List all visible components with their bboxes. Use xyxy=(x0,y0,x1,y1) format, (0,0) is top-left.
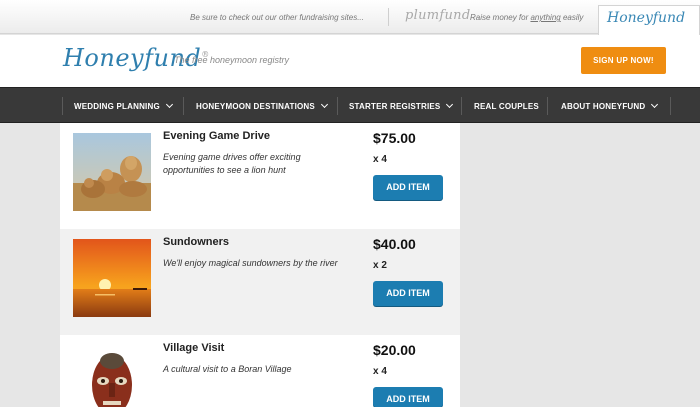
nav-divider xyxy=(670,97,671,115)
promo-divider xyxy=(388,8,389,26)
sunset-photo xyxy=(73,239,151,317)
nav-item-about-honeyfund[interactable]: ABOUT HONEYFUND xyxy=(561,88,659,124)
honeyfund-tab-logo: Honeyfund xyxy=(607,10,686,26)
registry-item-list: Evening Game Drive Evening game drives o… xyxy=(60,123,460,407)
fundraising-sites-bar: Be sure to check out our other fundraisi… xyxy=(0,0,700,35)
raise-suffix: easily xyxy=(560,13,584,22)
nav-label: STARTER REGISTRIES xyxy=(349,101,441,111)
nav-item-starter-registries[interactable]: STARTER REGISTRIES xyxy=(349,88,454,124)
item-quantity: x 4 xyxy=(373,154,387,165)
nav-item-wedding-planning[interactable]: WEDDING PLANNING xyxy=(74,88,173,124)
site-header: Honeyfund® The free honeymoon registry S… xyxy=(0,35,700,87)
site-tagline: The free honeymoon registry xyxy=(174,55,290,65)
item-description: We'll enjoy magical sundowners by the ri… xyxy=(163,258,338,268)
nav-divider xyxy=(461,97,462,115)
promo-text: Be sure to check out our other fundraisi… xyxy=(190,13,364,22)
lions-photo xyxy=(73,133,151,211)
nav-divider xyxy=(547,97,548,115)
nav-label: REAL COUPLES xyxy=(474,101,539,111)
add-item-button[interactable]: ADD ITEM xyxy=(373,387,443,407)
item-price: $40.00 xyxy=(373,236,416,252)
item-price: $20.00 xyxy=(373,342,416,358)
raise-link: anything xyxy=(530,13,561,22)
nav-divider xyxy=(183,97,184,115)
add-item-button[interactable]: ADD ITEM xyxy=(373,281,443,306)
item-description: Evening game drives offer exciting oppor… xyxy=(163,152,301,175)
chevron-down-icon xyxy=(651,100,659,109)
raise-prefix: Raise money for xyxy=(470,13,531,22)
tribal-mask-photo xyxy=(73,345,151,407)
nav-label: WEDDING PLANNING xyxy=(74,101,160,111)
nav-label: HONEYMOON DESTINATIONS xyxy=(196,101,315,111)
chevron-down-icon xyxy=(446,100,454,109)
plumfund-logo[interactable]: plumfund xyxy=(405,8,470,23)
registry-item: Village Visit A cultural visit to a Bora… xyxy=(60,335,460,407)
chevron-down-icon xyxy=(165,100,173,109)
add-item-button[interactable]: ADD ITEM xyxy=(373,175,443,200)
sign-up-button[interactable]: SIGN UP NOW! xyxy=(581,47,666,74)
item-description: A cultural visit to a Boran Village xyxy=(163,364,292,374)
item-price: $75.00 xyxy=(373,130,416,146)
registry-item: Evening Game Drive Evening game drives o… xyxy=(60,123,460,229)
registry-item: Sundowners We'll enjoy magical sundowner… xyxy=(60,229,460,335)
item-quantity: x 2 xyxy=(373,260,387,271)
nav-item-honeymoon-destinations[interactable]: HONEYMOON DESTINATIONS xyxy=(196,88,328,124)
item-quantity: x 4 xyxy=(373,366,387,377)
main-nav: WEDDING PLANNING HONEYMOON DESTINATIONS … xyxy=(0,87,700,123)
nav-divider xyxy=(62,97,63,115)
nav-item-real-couples[interactable]: REAL COUPLES xyxy=(474,88,539,124)
item-title: Village Visit xyxy=(163,342,225,354)
honeyfund-site-tab[interactable]: Honeyfund xyxy=(598,5,700,35)
item-title: Sundowners xyxy=(163,236,230,248)
nav-divider xyxy=(337,97,338,115)
plumfund-tagline[interactable]: Raise money for anything easily xyxy=(470,13,583,22)
chevron-down-icon xyxy=(320,100,328,109)
item-title: Evening Game Drive xyxy=(163,130,270,142)
nav-label: ABOUT HONEYFUND xyxy=(561,101,646,111)
